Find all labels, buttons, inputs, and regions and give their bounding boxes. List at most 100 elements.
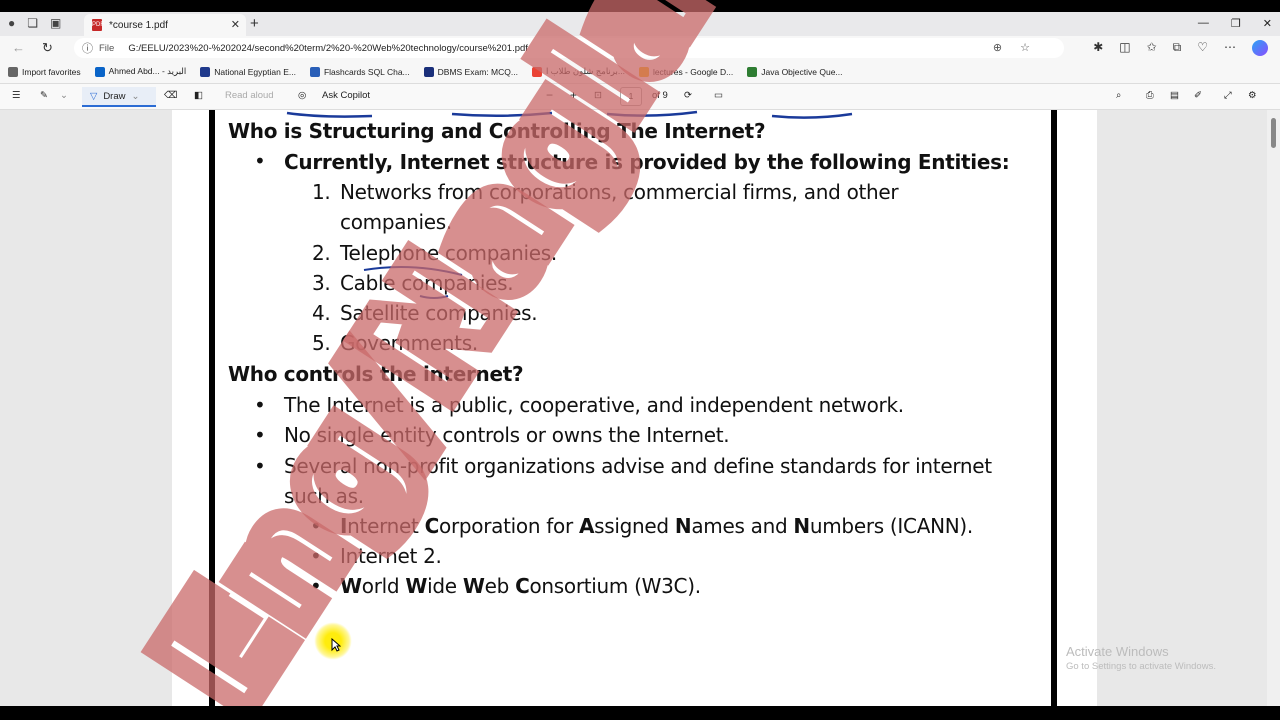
acronym-initial: W xyxy=(405,574,428,598)
acronym-text: umbers (ICANN). xyxy=(809,514,973,538)
zoom-icon[interactable]: ⊕ xyxy=(993,41,1002,54)
list-item: Several non-profit organizations advise … xyxy=(284,454,992,478)
collections-icon[interactable]: ⧉ xyxy=(1173,40,1182,56)
favorite-star-icon[interactable]: ☆ xyxy=(1020,41,1030,54)
back-icon[interactable]: ← xyxy=(12,40,25,55)
pdf-viewer[interactable]: Who is Structuring and Controlling The I… xyxy=(0,110,1280,706)
page-number-input[interactable]: 1 xyxy=(620,87,642,106)
favorite-icon xyxy=(309,66,320,77)
page-view-icon[interactable]: ▭ xyxy=(714,90,723,101)
tab-course-pdf[interactable]: PDF *course 1.pdf ✕ xyxy=(84,14,246,36)
highlight-dropdown-icon[interactable]: ⌄ xyxy=(60,90,68,101)
extensions-icon[interactable]: ✱ xyxy=(1093,40,1103,56)
favorites-bar: Import favorites Ahmed Abd... - البريد Nat… xyxy=(0,60,1280,84)
acronym-initial: W xyxy=(462,574,485,598)
favorite-label: Import favorites xyxy=(22,66,81,77)
copilot-icon[interactable] xyxy=(1252,40,1268,56)
favorite-icon xyxy=(200,66,211,77)
favorite-item[interactable]: برنامج شلون طلاب ا... xyxy=(531,66,625,77)
favorite-item[interactable]: Import favorites xyxy=(8,66,81,77)
draw-icon: ▽ xyxy=(90,90,98,102)
bullet-dot: • xyxy=(254,393,266,417)
tab-actions-icon[interactable]: ▣ xyxy=(50,16,61,30)
list-item: Telephone companies. xyxy=(340,241,557,265)
draw-dropdown-icon: ⌄ xyxy=(131,90,140,102)
performance-icon[interactable]: ♡ xyxy=(1197,40,1208,56)
new-tab-button[interactable]: + xyxy=(250,15,259,32)
scrollbar-thumb[interactable] xyxy=(1271,118,1276,148)
org-icann: Internet Corporation for Assigned Names … xyxy=(340,514,973,538)
favorite-item[interactable]: DBMS Exam: MCQ... xyxy=(423,66,518,77)
list-item: No single entity controls or owns the In… xyxy=(284,423,730,447)
settings-gear-icon[interactable]: ⚙ xyxy=(1248,90,1257,101)
address-bar[interactable]: ⓘ File G:/EELU/2023%20-%202024/second%20… xyxy=(74,38,1064,58)
zoom-in-icon[interactable]: + xyxy=(570,88,577,102)
screen-bottom-border xyxy=(0,706,1280,720)
list-item: Networks from corporations, commercial f… xyxy=(340,180,899,204)
list-item: The Internet is a public, cooperative, a… xyxy=(284,393,904,417)
address-bar-actions: ⊕ ☆ xyxy=(993,41,1030,54)
bullet-dot: • xyxy=(310,544,322,568)
address-bar-row: ← ↻ ⓘ File G:/EELU/2023%20-%202024/secon… xyxy=(0,36,1280,60)
favorite-item[interactable]: lectures - Google D... xyxy=(638,66,733,77)
workspace-icons: ● ❏ ▣ xyxy=(8,16,61,30)
highlight-icon[interactable]: ✎ xyxy=(40,90,48,101)
workspaces-icon[interactable]: ❏ xyxy=(27,16,38,30)
find-icon[interactable]: ⌕ xyxy=(1116,90,1121,101)
acronym-text: ide xyxy=(427,574,463,598)
fullscreen-icon[interactable]: ⤢ xyxy=(1224,90,1232,101)
minimize-button[interactable]: — xyxy=(1198,17,1209,30)
favorite-icon xyxy=(423,66,434,77)
browser-toolbar: ✱ ◫ ✩ ⧉ ♡ ⋯ xyxy=(1093,40,1268,56)
activate-title: Activate Windows xyxy=(1066,644,1169,659)
favorite-label: DBMS Exam: MCQ... xyxy=(437,66,518,77)
more-menu-icon[interactable]: ⋯ xyxy=(1224,40,1236,56)
close-tab-icon[interactable]: ✕ xyxy=(231,18,240,31)
favorite-item[interactable]: Flashcards SQL Cha... xyxy=(309,66,410,77)
read-aloud-button[interactable]: Read aloud xyxy=(225,90,274,101)
favorite-icon xyxy=(94,66,105,77)
view-mode-icon[interactable]: ◧ xyxy=(194,90,203,101)
pdf-page: Who is Structuring and Controlling The I… xyxy=(172,110,1097,706)
favorite-label: National Egyptian E... xyxy=(214,66,296,77)
acronym-text: nternet xyxy=(347,514,425,538)
acronym-text: ames and xyxy=(691,514,794,538)
list-number: 3. xyxy=(312,271,331,295)
favorite-icon xyxy=(638,66,649,77)
save-as-icon[interactable]: ✐ xyxy=(1194,90,1202,101)
favorite-label: Flashcards SQL Cha... xyxy=(323,66,410,77)
favorite-icon xyxy=(531,66,542,77)
close-window-button[interactable]: ✕ xyxy=(1263,17,1272,30)
entities-intro: Currently, Internet structure is provide… xyxy=(284,150,1010,174)
vertical-scrollbar[interactable] xyxy=(1267,110,1280,706)
favorite-item[interactable]: Ahmed Abd... - البريد xyxy=(94,66,186,77)
favorite-item[interactable]: National Egyptian E... xyxy=(200,66,296,77)
acronym-initial: A xyxy=(578,514,595,538)
acronym-initial: N xyxy=(793,514,810,538)
heading-structuring: Who is Structuring and Controlling The I… xyxy=(228,119,766,143)
draw-button[interactable]: ▽ Draw ⌄ xyxy=(82,87,156,107)
ask-copilot-button[interactable]: Ask Copilot xyxy=(322,90,370,101)
acronym-initial: W xyxy=(340,574,362,598)
contents-icon[interactable]: ☰ xyxy=(12,90,21,101)
bullet-dot: • xyxy=(254,423,266,447)
list-item: Cable companies. xyxy=(340,271,514,295)
activate-subtitle: Go to Settings to activate Windows. xyxy=(1066,661,1216,672)
pdf-file-icon: PDF xyxy=(92,19,104,31)
fit-page-icon[interactable]: ⊡ xyxy=(594,90,602,101)
rotate-icon[interactable]: ⟳ xyxy=(684,90,692,101)
page-total: of 9 xyxy=(652,90,668,101)
favorites-icon[interactable]: ✩ xyxy=(1147,40,1157,56)
info-icon[interactable]: ⓘ xyxy=(82,40,93,56)
split-screen-icon[interactable]: ◫ xyxy=(1119,40,1130,56)
refresh-icon[interactable]: ↻ xyxy=(42,40,53,56)
restore-button[interactable]: ❐ xyxy=(1231,17,1241,30)
print-icon[interactable]: ⎙ xyxy=(1146,90,1154,101)
bullet-dot: • xyxy=(254,454,266,478)
list-item: such as. xyxy=(284,484,364,508)
profile-icon[interactable]: ● xyxy=(8,16,15,30)
erase-icon[interactable]: ⌫ xyxy=(164,90,177,101)
favorite-item[interactable]: Java Objective Que... xyxy=(747,66,843,77)
zoom-out-icon[interactable]: − xyxy=(546,88,553,102)
save-icon[interactable]: ▤ xyxy=(1170,90,1179,101)
